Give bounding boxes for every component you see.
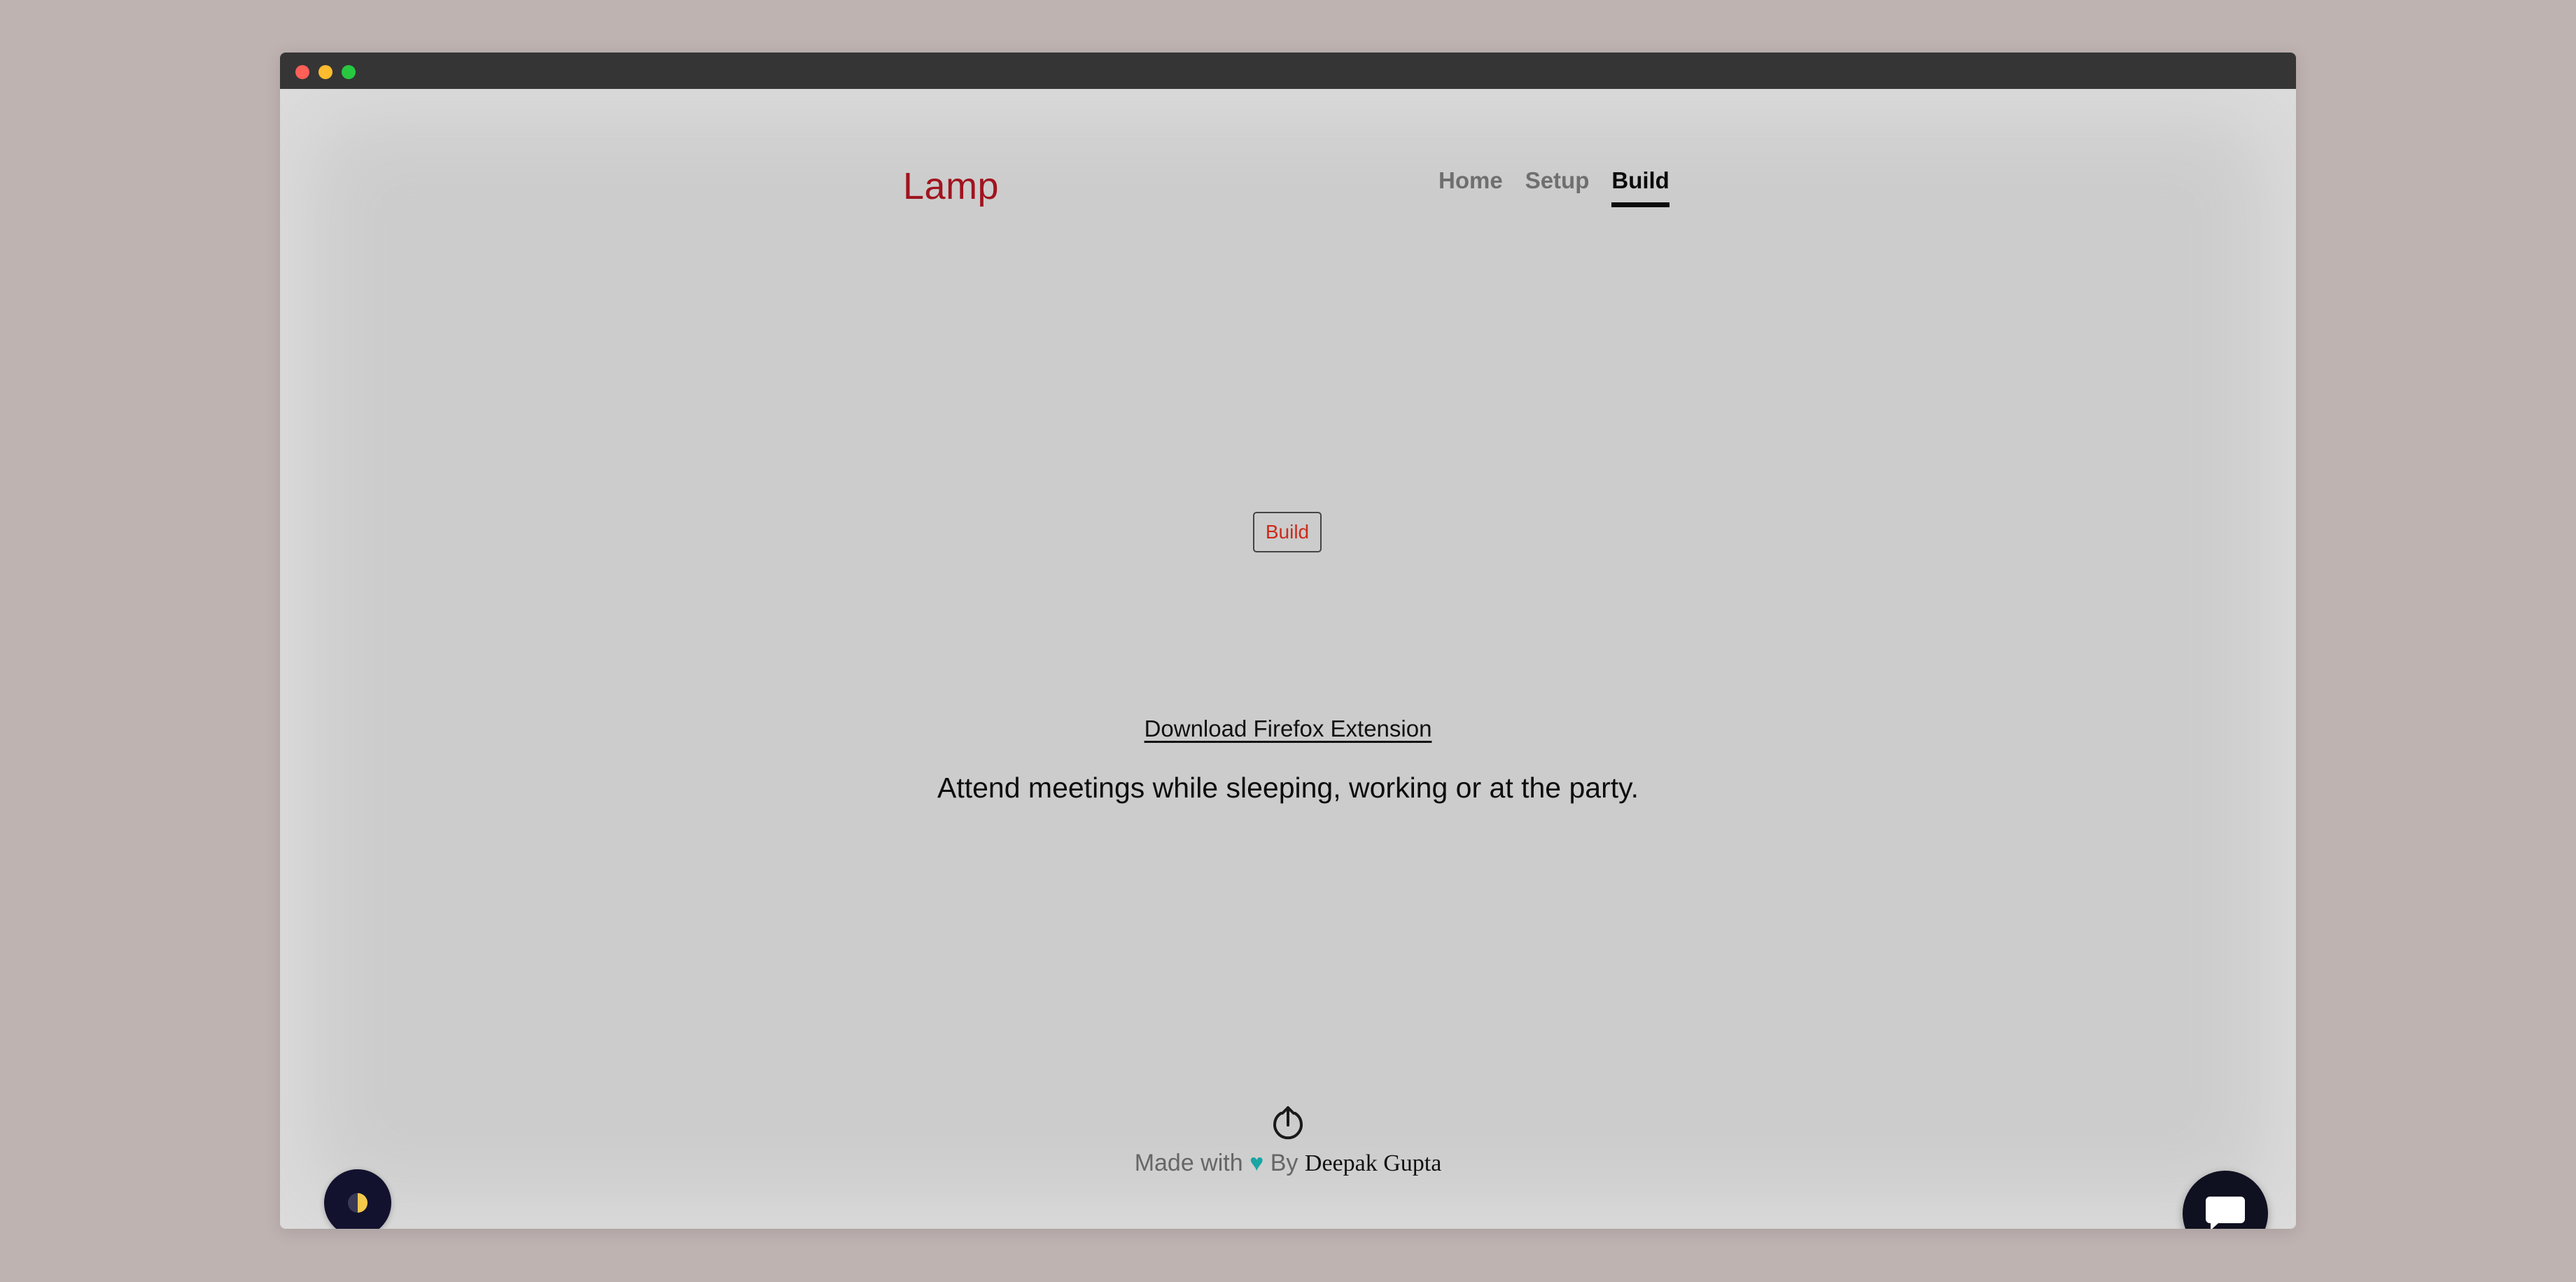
maximize-window-button[interactable] bbox=[342, 65, 356, 79]
footer-credit: Made with ♥ By Deepak Gupta bbox=[280, 1150, 2296, 1177]
minimize-window-button[interactable] bbox=[318, 65, 332, 79]
chat-button[interactable] bbox=[2183, 1171, 2268, 1229]
nav-setup[interactable]: Setup bbox=[1525, 167, 1590, 207]
build-button[interactable]: Build bbox=[1253, 512, 1322, 552]
brand-logo[interactable]: Lamp bbox=[903, 165, 999, 208]
nav-home[interactable]: Home bbox=[1438, 167, 1503, 207]
chat-bubble-icon bbox=[2206, 1197, 2245, 1229]
browser-window: Lamp Home Setup Build Build Download Fir… bbox=[280, 53, 2296, 1229]
theme-toggle-button[interactable] bbox=[324, 1169, 391, 1229]
power-upload-icon[interactable] bbox=[1269, 1104, 1307, 1142]
page-viewport: Lamp Home Setup Build Build Download Fir… bbox=[280, 89, 2296, 1229]
made-with-text: Made with bbox=[1134, 1150, 1243, 1176]
heart-icon: ♥ bbox=[1250, 1150, 1264, 1176]
download-extension-link[interactable]: Download Firefox Extension bbox=[280, 716, 2296, 742]
close-window-button[interactable] bbox=[295, 65, 309, 79]
by-text: By bbox=[1270, 1150, 1298, 1176]
nav-build[interactable]: Build bbox=[1611, 167, 1670, 207]
author-name[interactable]: Deepak Gupta bbox=[1305, 1150, 1441, 1176]
half-moon-icon bbox=[348, 1193, 368, 1213]
tagline: Attend meetings while sleeping, working … bbox=[937, 772, 1639, 804]
top-nav: Home Setup Build bbox=[1438, 167, 1670, 207]
window-titlebar bbox=[280, 53, 2296, 89]
